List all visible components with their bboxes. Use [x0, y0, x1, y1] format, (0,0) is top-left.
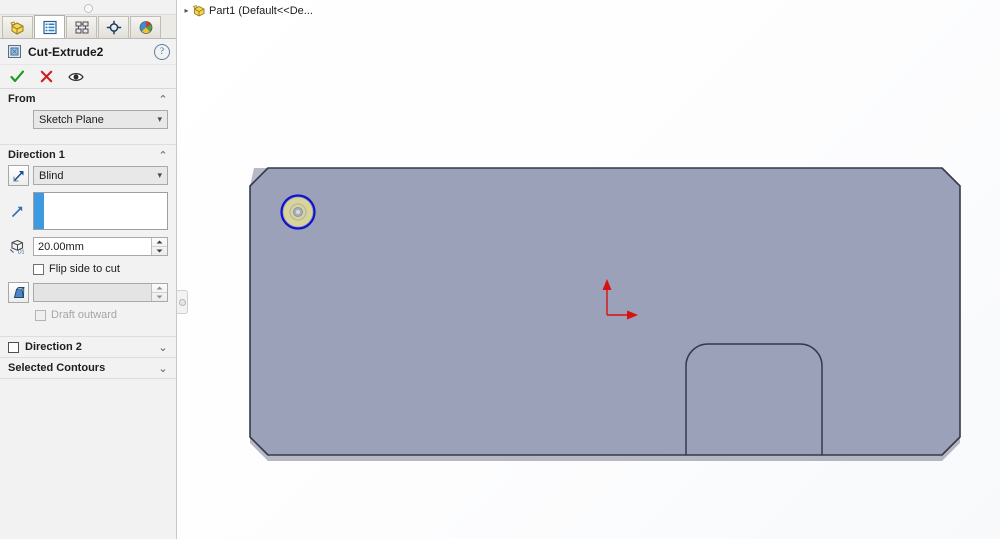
chevron-down-icon: ▾ — [157, 114, 162, 124]
section-from-title: From — [8, 93, 36, 105]
draft-outward-row: Draft outward — [35, 309, 168, 321]
end-condition-value: Blind — [39, 169, 64, 182]
draft-row — [8, 282, 168, 303]
svg-text:D1: D1 — [18, 250, 25, 255]
direction-vector-icon-wrap — [8, 201, 27, 222]
section-direction2-header[interactable]: Direction 2 ⌄ — [0, 337, 176, 357]
check-icon — [10, 70, 25, 83]
property-manager-tab[interactable] — [34, 15, 65, 38]
start-condition-spacer — [8, 109, 27, 130]
section-from: From ⌃ Sketch Plane ▾ — [0, 89, 176, 145]
direction-vector-icon — [11, 206, 23, 217]
section-direction1: Direction 1 ⌃ Blind ▾ D1 20.00mm Flip si… — [0, 145, 176, 337]
feature-title: Cut-Extrude2 — [28, 44, 104, 59]
chevron-up-icon[interactable]: ⌃ — [157, 149, 169, 162]
chevron-down-icon[interactable]: ⌄ — [157, 362, 169, 375]
cancel-button[interactable] — [38, 68, 55, 85]
splitter-grip-icon — [178, 298, 186, 306]
direction2-enable-checkbox[interactable] — [8, 341, 19, 353]
solidworks-window: Cut-Extrude2 ? From ⌃ Sketch Plane ▾ Dir… — [0, 0, 1000, 539]
close-icon — [40, 70, 53, 83]
depth-field[interactable]: 20.00mm — [33, 237, 168, 256]
property-sections: From ⌃ Sketch Plane ▾ Direction 1 ⌃ Blin… — [0, 89, 176, 539]
eye-icon — [67, 72, 84, 81]
manager-tab-strip — [0, 15, 176, 39]
spin-down-icon — [152, 292, 167, 301]
chevron-down-icon: ▾ — [157, 170, 162, 180]
panel-splitter-handle[interactable] — [177, 290, 188, 314]
section-direction1-title: Direction 1 — [8, 149, 65, 161]
section-from-body: Sketch Plane ▾ — [0, 109, 176, 144]
selected-hole-circle[interactable] — [280, 194, 316, 230]
draft-angle-icon — [13, 286, 25, 298]
graphics-viewport[interactable]: ▸ Part1 (Default<<De... — [177, 0, 1000, 539]
feature-action-row — [0, 65, 176, 89]
ok-button[interactable] — [9, 68, 26, 85]
plate-body[interactable] — [249, 167, 961, 461]
chevron-down-icon[interactable]: ⌄ — [157, 341, 169, 354]
draft-outward-checkbox — [35, 309, 46, 321]
end-condition-row: Blind ▾ — [8, 165, 168, 186]
depth-spinner[interactable] — [151, 238, 167, 255]
cut-extrude-icon — [8, 45, 21, 58]
depth-dimension-icon-wrap: D1 — [8, 236, 27, 257]
display-manager-tab[interactable] — [98, 16, 129, 38]
appearance-sphere-icon — [139, 21, 152, 34]
start-condition-value: Sketch Plane — [39, 113, 104, 126]
spin-up-icon[interactable] — [152, 238, 167, 246]
draft-toggle-button[interactable] — [8, 282, 29, 303]
selection-active-strip — [34, 193, 44, 229]
reverse-direction-arrow-icon — [13, 170, 23, 181]
depth-row: D1 20.00mm — [8, 236, 168, 257]
direction-selection-row — [8, 192, 168, 230]
preview-button[interactable] — [67, 68, 84, 85]
draft-spinner — [151, 284, 167, 301]
part-tree-icon — [10, 21, 24, 35]
draft-outward-label: Draft outward — [51, 309, 118, 321]
flip-side-to-cut-label: Flip side to cut — [49, 263, 120, 275]
section-direction2: Direction 2 ⌄ — [0, 337, 176, 358]
section-from-header[interactable]: From ⌃ — [0, 89, 176, 109]
draft-angle-field — [33, 283, 168, 302]
section-selected-contours: Selected Contours ⌄ — [0, 358, 176, 379]
section-direction2-title: Direction 2 — [25, 341, 82, 353]
appearances-tab[interactable] — [130, 16, 161, 38]
section-direction1-header[interactable]: Direction 1 ⌃ — [0, 145, 176, 165]
section-direction1-body: Blind ▾ D1 20.00mm Flip side to cut Draf… — [0, 165, 176, 336]
depth-value: 20.00mm — [38, 240, 84, 253]
feature-header: Cut-Extrude2 ? — [0, 39, 176, 65]
spin-down-icon[interactable] — [152, 246, 167, 255]
configuration-manager-tab[interactable] — [66, 16, 97, 38]
flip-side-to-cut-checkbox[interactable] — [33, 263, 44, 275]
model-graphics[interactable] — [177, 0, 1000, 539]
configuration-icon — [75, 21, 88, 34]
depth-dimension-icon: D1 — [9, 239, 25, 255]
reverse-direction-button[interactable] — [8, 165, 29, 186]
end-condition-dropdown[interactable]: Blind ▾ — [33, 166, 168, 185]
help-icon[interactable]: ? — [154, 43, 170, 60]
panel-collapse-handle-icon[interactable] — [84, 4, 93, 13]
property-manager-panel: Cut-Extrude2 ? From ⌃ Sketch Plane ▾ Dir… — [0, 0, 188, 539]
flip-side-to-cut-row[interactable]: Flip side to cut — [33, 263, 168, 275]
chevron-up-icon[interactable]: ⌃ — [157, 93, 169, 106]
start-condition-dropdown[interactable]: Sketch Plane ▾ — [33, 110, 168, 129]
feature-manager-tab[interactable] — [2, 16, 33, 38]
direction-selection-box[interactable] — [33, 192, 168, 230]
panel-collapse-strip[interactable] — [0, 0, 176, 15]
property-list-icon — [42, 20, 57, 34]
spin-up-icon — [152, 284, 167, 292]
plate-front-face[interactable] — [249, 167, 961, 456]
start-condition-row: Sketch Plane ▾ — [8, 109, 168, 130]
section-selected-contours-title: Selected Contours — [8, 362, 106, 374]
section-selected-contours-header[interactable]: Selected Contours ⌄ — [0, 358, 176, 378]
display-crosshair-icon — [106, 20, 121, 35]
